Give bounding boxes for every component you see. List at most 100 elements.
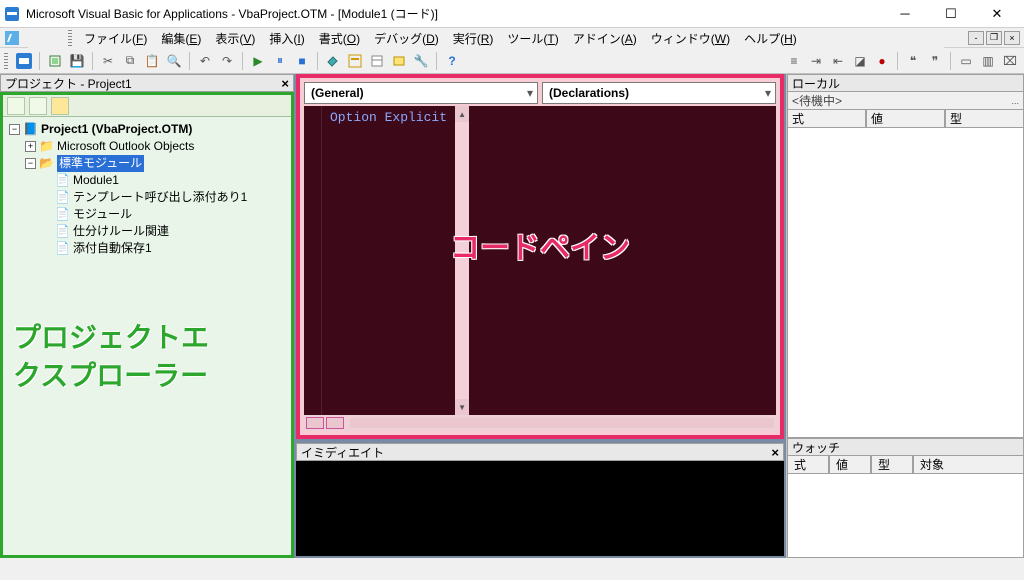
toolbox-icon[interactable]: 🔧: [411, 51, 431, 71]
view-object-icon[interactable]: [29, 97, 47, 115]
menu-item[interactable]: ツール(T): [501, 28, 564, 49]
titlebar: Microsoft Visual Basic for Applications …: [0, 0, 1024, 28]
module-icon: 📄: [55, 206, 70, 223]
immediate-window[interactable]: [296, 461, 784, 556]
uncomment-icon[interactable]: ❞: [925, 51, 945, 71]
run-icon[interactable]: ▶: [248, 51, 268, 71]
view-code-icon[interactable]: [7, 97, 25, 115]
locals-dropdown-icon[interactable]: ...: [1011, 96, 1019, 106]
code-text[interactable]: Option Explicit: [322, 106, 455, 415]
tree-folder-selected-label: 標準モジュール: [57, 155, 144, 172]
tree-folder-label: Microsoft Outlook Objects: [57, 138, 194, 155]
main-area: プロジェクト - Project1 × − 📘 Project1 (VbaPro…: [0, 74, 1024, 558]
locals-status: <待機中>: [792, 92, 842, 109]
code-view-buttons: [304, 415, 776, 431]
locals-col-expr[interactable]: 式: [787, 110, 866, 128]
maximize-button[interactable]: ☐: [928, 0, 974, 28]
scroll-up-icon[interactable]: ▲: [455, 106, 469, 122]
cut-icon[interactable]: ✂: [98, 51, 118, 71]
design-mode-icon[interactable]: [323, 51, 343, 71]
tree-module-item[interactable]: 📄モジュール: [9, 206, 285, 223]
menu-item[interactable]: アドイン(A): [567, 28, 643, 49]
tree-module-item[interactable]: 📄添付自動保存1: [9, 240, 285, 257]
expand-icon[interactable]: −: [9, 124, 20, 135]
watch-col-expr[interactable]: 式: [787, 456, 829, 474]
find-icon[interactable]: 🔍: [164, 51, 184, 71]
indent-icon[interactable]: ⇥: [806, 51, 826, 71]
project-explorer-close-icon[interactable]: ×: [281, 76, 289, 91]
copy-icon[interactable]: ⧉: [120, 51, 140, 71]
locals-status-row: <待機中> ...: [787, 92, 1024, 110]
bookmark-icon[interactable]: ◪: [850, 51, 870, 71]
tree-folder-outlook[interactable]: + 📁 Microsoft Outlook Objects: [9, 138, 285, 155]
misc-toolbar-icon-3[interactable]: ⌧: [1000, 51, 1020, 71]
locals-col-value[interactable]: 値: [866, 110, 945, 128]
tree-root[interactable]: − 📘 Project1 (VbaProject.OTM): [9, 121, 285, 138]
menu-item[interactable]: 挿入(I): [263, 28, 310, 49]
menu-item[interactable]: ウィンドウ(W): [645, 28, 736, 49]
project-explorer-icon[interactable]: [345, 51, 365, 71]
menu-item[interactable]: 実行(R): [447, 28, 500, 49]
project-tree[interactable]: − 📘 Project1 (VbaProject.OTM) + 📁 Micros…: [3, 117, 291, 261]
locals-body[interactable]: [787, 128, 1024, 438]
tree-folder-modules[interactable]: − 📂 標準モジュール: [9, 155, 285, 172]
insert-module-icon[interactable]: [45, 51, 65, 71]
watch-body[interactable]: [787, 474, 1024, 558]
watch-col-type[interactable]: 型: [871, 456, 913, 474]
toggle-folders-icon[interactable]: [51, 97, 69, 115]
undo-icon[interactable]: ↶: [195, 51, 215, 71]
save-icon[interactable]: 💾: [67, 51, 87, 71]
mdi-minimize-button[interactable]: -: [968, 31, 984, 45]
code-pane-annotation: コードペイン: [450, 223, 630, 267]
edit-toolbar-icon[interactable]: ≡: [784, 51, 804, 71]
immediate-header: イミディエイト ×: [296, 443, 784, 461]
code-horizontal-scrollbar[interactable]: [350, 418, 774, 428]
properties-icon[interactable]: [367, 51, 387, 71]
object-combo[interactable]: (General): [304, 82, 538, 104]
immediate-close-icon[interactable]: ×: [771, 445, 779, 460]
view-outlook-icon[interactable]: [14, 51, 34, 71]
locals-title: ローカル: [792, 75, 840, 92]
misc-toolbar-icon-2[interactable]: ▥: [978, 51, 998, 71]
comment-icon[interactable]: ❝: [903, 51, 923, 71]
expand-icon[interactable]: +: [25, 141, 36, 152]
full-module-view-icon[interactable]: [326, 417, 344, 429]
break-icon[interactable]: ⏸: [270, 51, 290, 71]
outdent-icon[interactable]: ⇤: [828, 51, 848, 71]
vba-app-icon: [4, 6, 20, 22]
watch-col-value[interactable]: 値: [829, 456, 871, 474]
tree-item-label: モジュール: [73, 206, 132, 223]
watch-col-target[interactable]: 対象: [913, 456, 1024, 474]
locals-col-type[interactable]: 型: [945, 110, 1024, 128]
menu-item[interactable]: 編集(E): [155, 28, 207, 49]
locals-pane: ローカル <待機中> ... 式 値 型: [786, 74, 1024, 438]
mdi-close-button[interactable]: ×: [1004, 31, 1020, 45]
close-button[interactable]: ✕: [974, 0, 1020, 28]
tree-module-item[interactable]: 📄テンプレート呼び出し添付あり1: [9, 189, 285, 206]
object-browser-icon[interactable]: [389, 51, 409, 71]
code-editor[interactable]: Option Explicit コードペイン ▲ ▼: [304, 106, 776, 415]
scroll-down-icon[interactable]: ▼: [455, 399, 469, 415]
menu-item[interactable]: ファイル(F): [78, 28, 153, 49]
watch-title: ウォッチ: [792, 439, 840, 456]
menu-item[interactable]: デバッグ(D): [368, 28, 445, 49]
help-icon[interactable]: ?: [442, 51, 462, 71]
minimize-button[interactable]: ─: [882, 0, 928, 28]
paste-icon[interactable]: 📋: [142, 51, 162, 71]
reset-icon[interactable]: ■: [292, 51, 312, 71]
redo-icon[interactable]: ↷: [217, 51, 237, 71]
module-icon: 📄: [55, 189, 70, 206]
menu-item[interactable]: 表示(V): [209, 28, 261, 49]
procedure-view-icon[interactable]: [306, 417, 324, 429]
procedure-combo[interactable]: (Declarations): [542, 82, 776, 104]
tree-module-item[interactable]: 📄仕分けルール関連: [9, 223, 285, 240]
menu-item[interactable]: ヘルプ(H): [738, 28, 803, 49]
module-icon: 📄: [55, 172, 70, 189]
collapse-icon[interactable]: −: [25, 158, 36, 169]
misc-toolbar-icon-1[interactable]: ▭: [956, 51, 976, 71]
tree-module-item[interactable]: 📄Module1: [9, 172, 285, 189]
breakpoint-icon[interactable]: ●: [872, 51, 892, 71]
module-icon: 📄: [55, 240, 70, 257]
menu-item[interactable]: 書式(O): [313, 28, 366, 49]
mdi-restore-button[interactable]: ❐: [986, 31, 1002, 45]
